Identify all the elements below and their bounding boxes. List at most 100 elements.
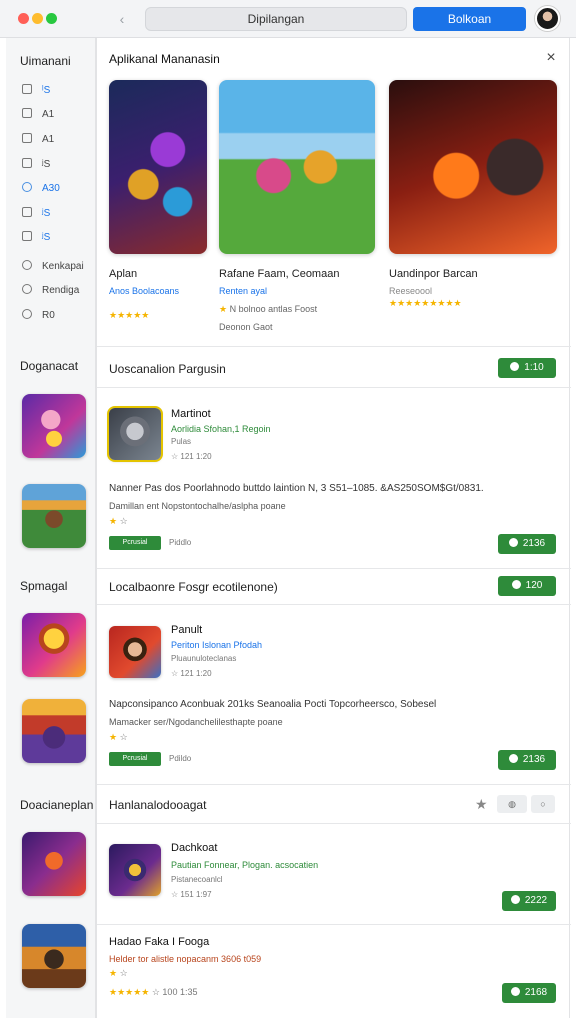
sidebar-game-thumb-4[interactable] [22,699,86,763]
secondary-tag-1[interactable]: Piddlo [169,536,217,550]
cart-icon [510,895,520,904]
buy-button-3[interactable]: 2222 [502,891,556,911]
featured-art-1 [109,80,207,254]
cloud-icon [22,182,32,192]
camera-icon [22,231,32,241]
divider [97,346,571,347]
sidebar-item-7[interactable]: ʲS [22,229,94,247]
sidebar-game-thumb-6[interactable] [22,924,86,988]
app-meta-2: ☆ 121 1:20 [171,669,212,678]
chat-icon [511,580,521,589]
sidebar-item-10[interactable]: R0 [22,307,94,325]
minimize-window-button[interactable] [32,13,43,24]
sidebar-section-2: Spmagal [20,579,68,593]
sidebar: Uimanani ˡS A1 A1 ʲS A30 ʲS ʲS Kenkapai … [6,38,96,1018]
folder-icon [22,133,32,143]
divider [97,823,571,824]
cart-icon [510,987,520,996]
featured-card-1[interactable]: Aplan Anos Boolacoans ★★★★★ [109,80,207,320]
app-category-3: Pistanecoanlcl [171,875,223,884]
cart-icon [508,754,518,763]
featured-subtitle-1: Anos Boolacoans [109,286,180,296]
app-meta-1: ☆ 121 1:20 [171,452,212,461]
cart-icon [508,538,518,547]
section-title-2: Localbaonre Fosgr ecotilenone) [109,580,278,594]
section-title-3: Hanlanalodooagat [109,798,207,812]
app-icon-3[interactable] [109,844,161,896]
refresh-icon [22,260,32,270]
app-rating-4: ★ ☆ [109,968,128,978]
chat-icon [510,362,520,371]
app-name-3: Dachkoat [171,842,218,854]
sidebar-item-6[interactable]: ʲS [22,205,94,223]
app-meta-3: ☆ 151 1:97 [171,890,212,899]
app-category-1: Pulas [171,437,192,446]
app-rating-2: ★ ☆ [109,732,128,742]
main-panel: Aplikanal Mananasin × Aplan Anos Boolaco… [96,38,571,1018]
sidebar-item-4[interactable]: ʲS [22,156,94,174]
app-description-3: Napconsipanco Aconbuak 201ks Seanoalia P… [109,699,437,710]
calendar-icon [22,207,32,217]
sidebar-title: Uimanani [20,54,71,68]
sidebar-item-2[interactable]: A1 [22,106,94,124]
sidebar-item-9[interactable]: Rendiga [22,282,94,300]
panel-title: Aplikanal Mananasin [109,52,220,66]
sidebar-item-3[interactable]: A1 [22,131,94,149]
featured-subtitle-3: Reeseoool [389,286,433,296]
app-icon-1[interactable] [109,408,161,460]
address-field[interactable]: Dipilangan [145,7,407,31]
featured-title-2: Rafane Faam, Ceomaan [219,268,340,280]
app-window: ‹ Dipilangan Bolkoan Uimanani ˡS A1 A1 ʲ… [0,0,576,1024]
section-title-1: Uoscanalion Pargusin [109,362,226,376]
close-icon[interactable]: × [543,50,559,66]
avatar[interactable] [535,6,560,31]
star-icon[interactable]: ★ [475,796,488,813]
app-name-4: Hadao Faka I Fooga [109,936,210,948]
sidebar-game-thumb-3[interactable] [22,613,86,677]
buy-button-4[interactable]: 2168 [502,983,556,1003]
buy-button-2[interactable]: 2136 [498,750,556,770]
category-tag-2[interactable]: Pcrusial [109,752,161,766]
maximize-window-button[interactable] [46,13,57,24]
settings-icon [22,284,32,294]
featured-subtitle-2: Renten ayal [219,286,268,296]
section-2-action-button[interactable]: 120 [498,576,556,596]
list-icon [22,158,32,168]
back-chevron-icon[interactable]: ‹ [112,9,132,29]
featured-title-3: Uandinpor Barcan [389,268,478,280]
app-name-2: Panult [171,624,203,636]
buy-button-1[interactable]: 2136 [498,534,556,554]
sidebar-game-thumb-2[interactable] [22,484,86,548]
app-developer-4: Helder tor alistle nopacanm 3606 t059 [109,954,262,964]
divider [97,568,571,569]
sidebar-item-8[interactable]: Kenkapai [22,258,94,276]
sidebar-game-thumb-5[interactable] [22,832,86,896]
sidebar-section-3: Doacianeplan [20,798,94,812]
document-icon [22,108,32,118]
category-tag-1[interactable]: Pcrusial [109,536,161,550]
grid-icon [22,84,32,94]
app-developer-1: Aorlidia Sfohan,1 Regoin [171,424,271,434]
app-rating-5: ★★★★★ ☆ 100 1:35 [109,987,198,997]
featured-extra-2: Deonon Gaot [219,322,273,332]
close-window-button[interactable] [18,13,29,24]
sidebar-item-5[interactable]: A30 [22,180,94,198]
featured-rating-3: ★★★★★★★★★ [389,298,462,308]
featured-art-3 [389,80,557,254]
info-icon [22,309,32,319]
app-description-4: Mamacker ser/Ngodanchelilesthapte poane [109,717,283,727]
grid-view-button[interactable]: ◍ [497,795,527,813]
sidebar-game-thumb-1[interactable] [22,394,86,458]
app-description-2: Damillan ent Nopstontochalhe/aslpha poan… [109,501,286,511]
list-view-button[interactable]: ○ [531,795,555,813]
sidebar-item-1[interactable]: ˡS [22,82,94,100]
featured-card-2[interactable]: Rafane Faam, Ceomaan Renten ayal ★ N bol… [219,80,375,332]
secondary-tag-2[interactable]: Pdildo [169,752,217,766]
section-1-action-button[interactable]: 1:10 [498,358,556,378]
primary-action-button[interactable]: Bolkoan [413,7,526,31]
app-developer-2: Periton Islonan Pfodah [171,640,263,650]
app-rating-1: ★ ☆ [109,516,128,526]
featured-card-3[interactable]: Uandinpor Barcan Reeseoool ★★★★★★★★★ [389,80,557,308]
featured-rating-2: ★ N bolnoo antlas Foost [219,304,318,314]
app-icon-2[interactable] [109,626,161,678]
